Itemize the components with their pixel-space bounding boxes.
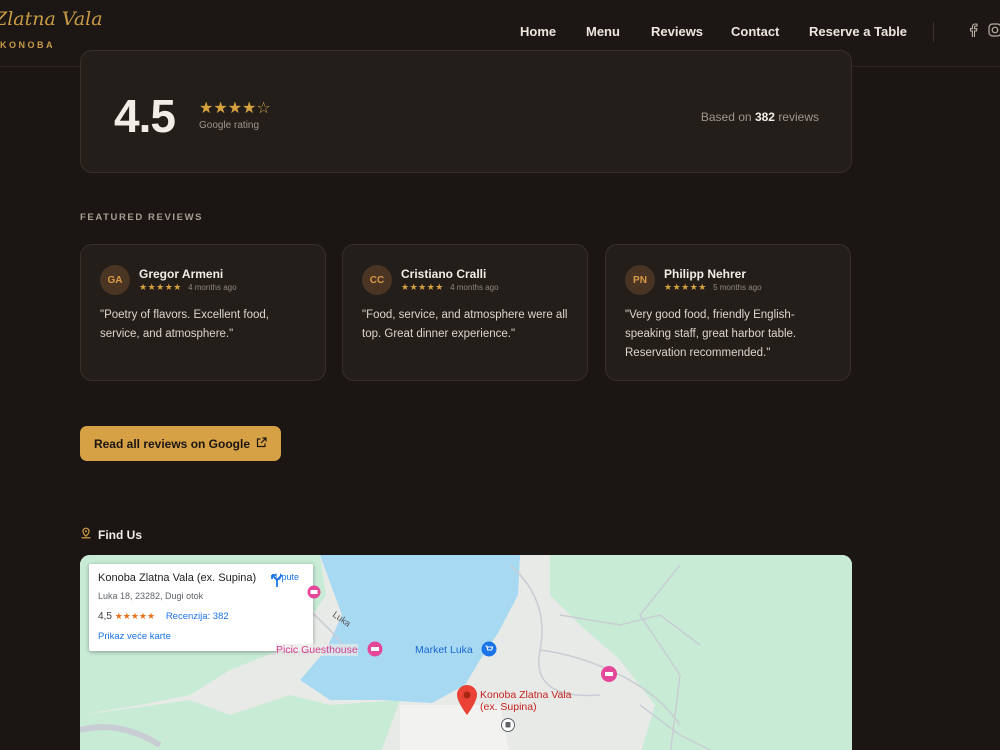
- find-us-heading: Find Us: [80, 527, 142, 542]
- logo-subtitle: KONOBA: [0, 40, 55, 50]
- rating-stars-icon: ★★★★☆: [199, 100, 271, 117]
- nav-divider: [933, 22, 934, 42]
- nav-menu-link[interactable]: Menu: [586, 24, 620, 39]
- nav-contact-link[interactable]: Contact: [731, 24, 779, 39]
- rating-label: Google rating: [199, 120, 260, 131]
- review-stars-icon: ★★★★★: [401, 282, 444, 292]
- map-stars-icon: ★★★★★: [114, 611, 156, 621]
- rating-value: 4.5: [114, 90, 176, 142]
- logo-wordmark[interactable]: Zlatna Vala: [0, 8, 103, 30]
- review-text: "Poetry of flavors. Excellent food, serv…: [100, 309, 269, 340]
- based-prefix: Based on: [700, 110, 752, 124]
- review-card: PN Philipp Nehrer ★★★★★ 5 months ago "Ve…: [605, 244, 851, 381]
- map-rating-value: 4,5: [98, 611, 112, 622]
- map-market-label[interactable]: Market Luka: [415, 644, 473, 656]
- review-stars-icon: ★★★★★: [139, 282, 182, 292]
- map-marker-label[interactable]: Konoba Zlatna Vala (ex. Supina): [480, 689, 580, 713]
- read-all-reviews-label: Read all reviews on Google: [93, 436, 251, 451]
- reviewer-name: Philipp Nehrer: [664, 267, 747, 281]
- avatar: PN: [625, 265, 655, 295]
- featured-reviews-heading: FEATURED REVIEWS: [80, 212, 204, 223]
- review-stars-icon: ★★★★★: [664, 282, 707, 292]
- nav-reviews-link[interactable]: Reviews: [651, 24, 703, 39]
- review-card: CC Cristiano Cralli ★★★★★ 4 months ago "…: [342, 244, 588, 381]
- avatar: GA: [100, 265, 130, 295]
- review-meta: ★★★★★ 4 months ago: [139, 282, 237, 293]
- instagram-icon[interactable]: [988, 23, 1000, 40]
- review-time: 5 months ago: [713, 283, 762, 292]
- review-card: GA Gregor Armeni ★★★★★ 4 months ago "Poe…: [80, 244, 326, 381]
- facebook-icon[interactable]: [968, 23, 978, 40]
- nav-home-link[interactable]: Home: [520, 24, 556, 39]
- review-meta: ★★★★★ 4 months ago: [401, 282, 499, 293]
- find-us-title: Find Us: [98, 527, 142, 542]
- map-guesthouse-label[interactable]: Picic Guesthouse: [276, 644, 358, 656]
- review-text: "Food, service, and atmosphere were all …: [362, 309, 568, 340]
- map-pin-icon: [80, 527, 92, 542]
- nav-reserve-link[interactable]: Reserve a Table: [809, 24, 907, 39]
- review-time: 4 months ago: [450, 283, 499, 292]
- reviewer-name: Cristiano Cralli: [401, 267, 487, 281]
- map-rating: 4,5 ★★★★★ Recenzija: 382: [98, 611, 229, 622]
- review-meta: ★★★★★ 5 months ago: [664, 282, 762, 293]
- review-time: 4 months ago: [188, 283, 237, 292]
- reviewer-name: Gregor Armeni: [139, 267, 224, 281]
- review-count: 382: [754, 110, 775, 124]
- review-count-text: Based on 382 reviews: [701, 110, 819, 124]
- directions-button[interactable]: Upute: [269, 572, 305, 587]
- review-text: "Very good food, friendly English-speaki…: [625, 309, 797, 359]
- map-info-box: Konoba Zlatna Vala (ex. Supina) Luka 18,…: [89, 564, 313, 651]
- embedded-map[interactable]: Konoba Zlatna Vala (ex. Supina) Luka 18,…: [80, 555, 852, 750]
- larger-map-link[interactable]: Prikaz veće karte: [98, 631, 171, 642]
- map-address: Luka 18, 23282, Dugi otok: [98, 591, 204, 601]
- based-suffix: reviews: [778, 110, 819, 124]
- external-link-icon: [256, 436, 267, 451]
- read-all-reviews-button[interactable]: Read all reviews on Google: [80, 426, 281, 461]
- avatar: CC: [362, 265, 392, 295]
- map-reviews-link[interactable]: Recenzija: 382: [166, 611, 229, 622]
- rating-summary-card: 4.5 ★★★★☆ Google rating Based on 382 rev…: [80, 50, 852, 173]
- map-place-name: Konoba Zlatna Vala (ex. Supina): [98, 572, 257, 584]
